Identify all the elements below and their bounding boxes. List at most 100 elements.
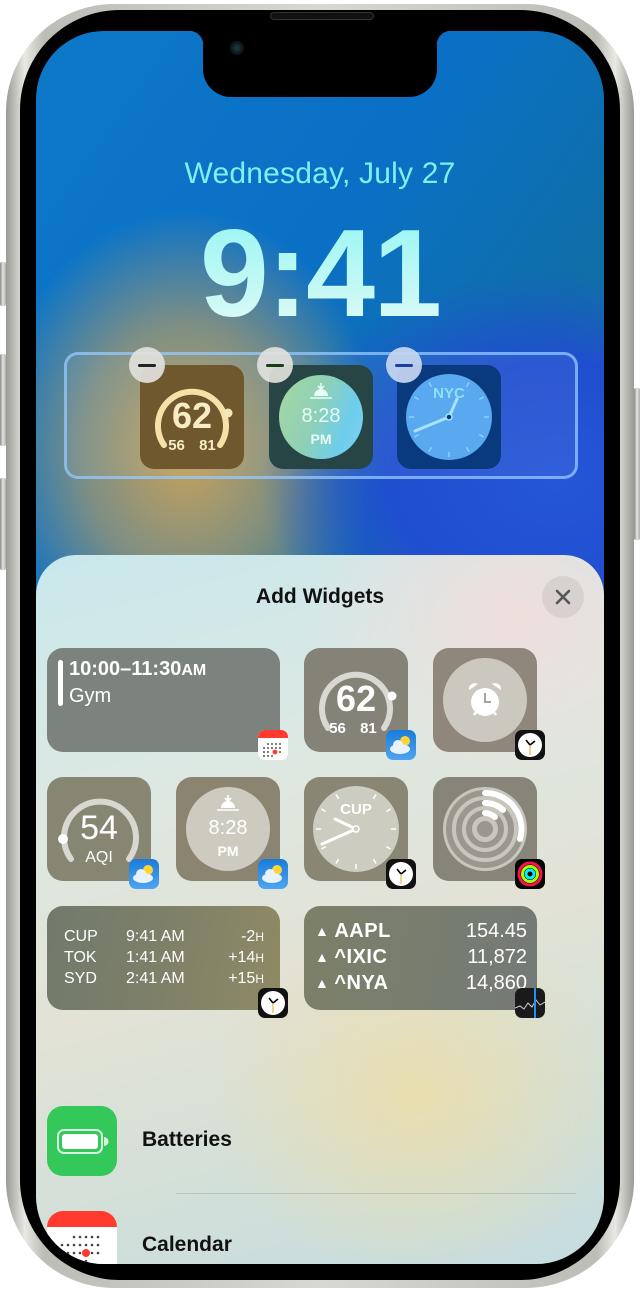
up-arrow-icon: ▲ (315, 975, 330, 991)
weather-current-temp: 62 (335, 678, 377, 719)
weather-app-badge-icon (258, 859, 288, 889)
offset-value: +14 (228, 949, 256, 966)
calendar-app-badge-icon (258, 730, 288, 760)
clock-app-badge-icon (515, 730, 545, 760)
offset-value: -2 (241, 928, 256, 945)
close-icon (555, 589, 571, 605)
stock-row: ▲ AAPL 154.45 (315, 920, 527, 943)
stock-value: 154.45 (465, 920, 527, 942)
stock-symbol-text: ^IXIC (334, 946, 388, 968)
world-clock-row: TOK 1:41 AM +14H (64, 949, 264, 967)
event-color-bar (58, 660, 63, 706)
event-time: 10:00–11:30AM (69, 658, 206, 681)
stock-row: ▲ ^IXIC 11,872 (315, 946, 527, 969)
sunset-icon (310, 383, 332, 399)
lock-widget-sunset[interactable]: 8:28 PM (269, 365, 373, 469)
world-clock-city: NYC (433, 385, 465, 402)
minus-icon (138, 363, 156, 367)
weather-current-temp: 62 (171, 395, 213, 436)
stock-symbol: ▲ ^IXIC (315, 946, 387, 969)
clock-face-icon (518, 733, 542, 757)
earpiece-speaker (270, 12, 374, 20)
cloud-sun-icon (262, 865, 282, 883)
world-clock-time: 1:41 AM (126, 949, 185, 966)
batteries-app-icon (47, 1106, 117, 1176)
up-arrow-icon: ▲ (315, 923, 330, 939)
stock-row: ▲ ^NYA 14,860 (315, 972, 527, 995)
world-clock-row: CUP 9:41 AM -2H (64, 928, 264, 946)
event-title: Gym (69, 685, 112, 707)
clock-face-icon (389, 862, 413, 886)
widget-weather-temperature[interactable]: 62 56 81 (304, 648, 416, 760)
app-list-item-batteries[interactable]: Batteries (47, 1106, 576, 1176)
city-clock-label: CUP (340, 801, 372, 818)
app-name: Calendar (142, 1233, 232, 1256)
alarm-clock-icon (468, 683, 502, 716)
sheet-title: Add Widgets (255, 585, 385, 608)
add-widgets-sheet: Add Widgets 10:00–11:30AM Gym 62 56 81 5… (36, 555, 604, 1264)
clock-app-badge-icon (386, 859, 416, 889)
front-camera (230, 41, 244, 55)
weather-low: 56 (168, 437, 185, 454)
sunset-period: PM (217, 843, 239, 859)
clock-face-icon (261, 991, 285, 1015)
widget-activity-rings[interactable] (433, 777, 545, 889)
widget-world-clock-list[interactable]: CUP 9:41 AM -2H TOK 1:41 AM +14H SYD 2:4… (47, 906, 288, 1018)
lock-date[interactable]: Wednesday, July 27 (36, 157, 604, 191)
list-divider (176, 1193, 576, 1194)
lock-screen: Wednesday, July 27 9:41 62 56 81 8:28 PM (36, 31, 604, 1264)
widget-alarm[interactable] (433, 648, 545, 760)
notch (189, 31, 451, 97)
stock-symbol-text: AAPL (334, 920, 391, 942)
calendar-app-icon (47, 1211, 117, 1264)
remove-world-clock-widget-button[interactable] (386, 347, 422, 383)
widget-air-quality[interactable]: 54 AQI (47, 777, 159, 889)
fitness-app-badge-icon (515, 859, 545, 889)
weather-app-badge-icon (386, 730, 416, 760)
sunset-time: 8:28 (208, 817, 248, 839)
cloud-sun-icon (133, 865, 153, 883)
power-button[interactable] (634, 388, 640, 540)
remove-weather-widget-button[interactable] (129, 347, 165, 383)
world-clock-row: SYD 2:41 AM +15H (64, 970, 264, 988)
cloud-sun-icon (390, 736, 410, 754)
event-time-period: AM (181, 662, 207, 679)
widget-city-clock[interactable]: CUP (304, 777, 416, 889)
sunset-time: 8:28 (301, 405, 341, 427)
remove-sunset-widget-button[interactable] (257, 347, 293, 383)
world-clock-offset: +14H (224, 949, 264, 967)
aqi-value: 54 (80, 809, 118, 847)
widget-stocks[interactable]: ▲ AAPL 154.45 ▲ ^IXIC 11,872 ▲ ^NYA 14,860 (304, 906, 545, 1018)
up-arrow-icon: ▲ (315, 949, 330, 965)
weather-app-badge-icon (129, 859, 159, 889)
calendar-header-bar (47, 1211, 117, 1227)
app-list-item-calendar[interactable]: Calendar (47, 1211, 576, 1264)
minus-icon (266, 363, 284, 367)
activity-rings-app-icon (517, 861, 543, 887)
world-clock-offset: +15H (224, 970, 264, 988)
lock-time[interactable]: 9:41 (36, 199, 604, 349)
stock-symbol: ▲ AAPL (315, 920, 391, 943)
stock-symbol: ▲ ^NYA (315, 972, 388, 995)
clock-app-badge-icon (258, 988, 288, 1018)
minus-icon (395, 363, 413, 367)
weather-high: 81 (360, 720, 377, 737)
widget-calendar-event[interactable]: 10:00–11:30AM Gym (47, 648, 288, 760)
offset-value: +15 (228, 970, 256, 987)
world-clock-city: CUP (64, 928, 98, 945)
world-clock-time: 9:41 AM (126, 928, 185, 945)
battery-icon (57, 1129, 109, 1154)
weather-low: 56 (329, 720, 346, 737)
calendar-grid-icon (60, 1235, 100, 1263)
offset-unit: H (255, 930, 264, 944)
close-button[interactable] (542, 576, 584, 618)
sunset-icon (217, 795, 239, 811)
offset-unit: H (255, 951, 264, 965)
calendar-grid-icon (263, 743, 281, 757)
world-clock-time: 2:41 AM (126, 970, 185, 987)
widget-sunset[interactable]: 8:28 PM (176, 777, 288, 889)
world-clock-city: SYD (64, 970, 97, 987)
world-clock-city: TOK (64, 949, 97, 966)
event-time-range: 10:00–11:30 (69, 658, 182, 680)
weather-low-high: 56 81 (140, 437, 244, 454)
